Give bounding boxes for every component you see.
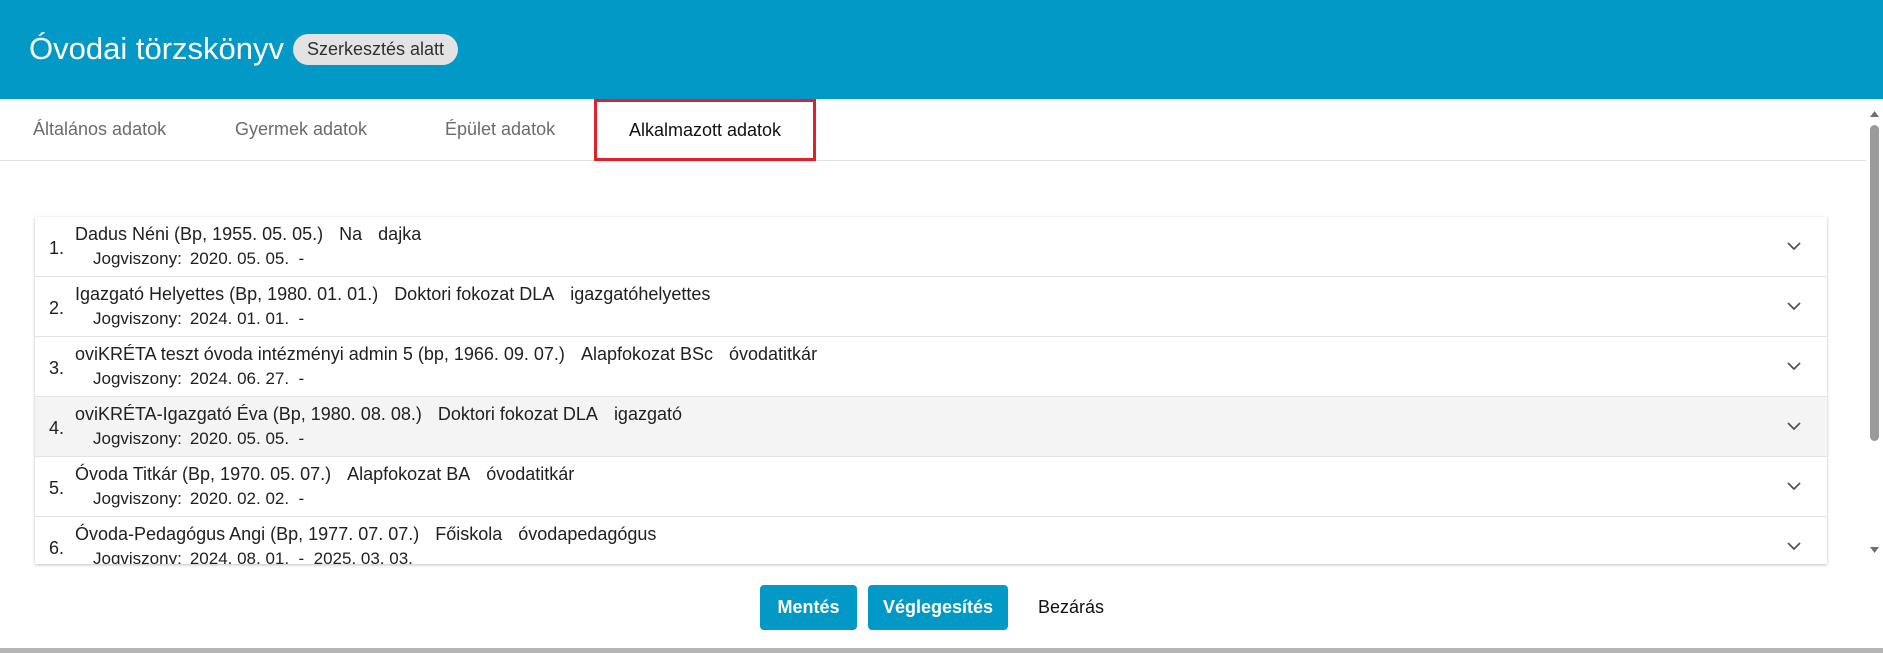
employment-period: 2024. 01. 01. - bbox=[189, 309, 305, 328]
row-number: 5. bbox=[49, 478, 65, 498]
employee-row[interactable]: 1. Dadus Néni (Bp, 1955. 05. 05.) Na dajka… bbox=[35, 217, 1827, 277]
employee-row[interactable]: 6. Óvoda-Pedagógus Angi (Bp, 1977. 07. 0… bbox=[35, 517, 1827, 564]
app-window: Óvodai törzskönyv Szerkesztés alatt Álta… bbox=[0, 0, 1883, 653]
row-number: 6. bbox=[49, 538, 65, 558]
employee-degree: Főiskola bbox=[435, 524, 503, 544]
employment-period: 2024. 08. 01. - 2025. 03. 03. bbox=[189, 549, 413, 564]
row-number: 2. bbox=[49, 298, 65, 318]
employee-name: Óvoda-Pedagógus Angi (Bp, 1977. 07. 07.) bbox=[75, 524, 420, 544]
employment-label: Jogviszony: bbox=[93, 429, 182, 448]
page-title: Óvodai törzskönyv bbox=[29, 31, 284, 66]
row-number: 1. bbox=[49, 238, 65, 258]
status-badge: Szerkesztés alatt bbox=[293, 34, 459, 65]
row-number: 4. bbox=[49, 418, 65, 438]
tab-bar: Általános adatok Gyermek adatok Épület a… bbox=[0, 99, 1866, 161]
employee-role: dajka bbox=[378, 224, 422, 244]
scroll-up-arrow-icon[interactable] bbox=[1869, 109, 1880, 119]
scroll-down-arrow-icon[interactable] bbox=[1869, 545, 1880, 555]
bottom-border bbox=[0, 648, 1883, 653]
scrollbar-thumb[interactable] bbox=[1870, 125, 1879, 441]
chevron-down-icon[interactable] bbox=[1785, 357, 1803, 375]
employment-period: 2020. 05. 05. - bbox=[189, 429, 305, 448]
header-bar: Óvodai törzskönyv Szerkesztés alatt bbox=[0, 0, 1883, 99]
employee-degree: Alapfokozat BA bbox=[347, 464, 471, 484]
chevron-down-icon[interactable] bbox=[1785, 477, 1803, 495]
employee-name: Dadus Néni (Bp, 1955. 05. 05.) bbox=[75, 224, 324, 244]
scrollbar[interactable] bbox=[1866, 105, 1883, 559]
employee-degree: Doktori fokozat DLA bbox=[437, 404, 598, 424]
tab-general-data[interactable]: Általános adatok bbox=[33, 99, 166, 160]
employee-name: oviKRÉTA-Igazgató Éva (Bp, 1980. 08. 08.… bbox=[75, 404, 422, 424]
employee-role: óvodapedagógus bbox=[518, 524, 657, 544]
employee-role: óvodatitkár bbox=[729, 344, 818, 364]
save-button[interactable]: Mentés bbox=[760, 585, 857, 630]
employee-row[interactable]: 3. oviKRÉTA teszt óvoda intézményi admin… bbox=[35, 337, 1827, 397]
employee-row[interactable]: 5. Óvoda Titkár (Bp, 1970. 05. 07.) Alapf… bbox=[35, 457, 1827, 517]
employee-name: Óvoda Titkár (Bp, 1970. 05. 07.) bbox=[75, 464, 332, 484]
finalize-button[interactable]: Véglegesítés bbox=[868, 585, 1008, 630]
employee-degree: Alapfokozat BSc bbox=[580, 344, 714, 364]
employee-row[interactable]: 2. Igazgató Helyettes (Bp, 1980. 01. 01.… bbox=[35, 277, 1827, 337]
tab-building-data[interactable]: Épület adatok bbox=[445, 99, 555, 160]
row-number: 3. bbox=[49, 358, 65, 378]
employment-period: 2020. 02. 02. - bbox=[189, 489, 305, 508]
employment-label: Jogviszony: bbox=[93, 549, 182, 564]
chevron-down-icon[interactable] bbox=[1785, 237, 1803, 255]
employment-label: Jogviszony: bbox=[93, 489, 182, 508]
employment-period: 2024. 06. 27. - bbox=[189, 369, 305, 388]
employee-name: Igazgató Helyettes (Bp, 1980. 01. 01.) bbox=[75, 284, 379, 304]
chevron-down-icon[interactable] bbox=[1785, 297, 1803, 315]
chevron-down-icon[interactable] bbox=[1785, 417, 1803, 435]
employment-label: Jogviszony: bbox=[93, 249, 182, 268]
employee-role: igazgatóhelyettes bbox=[570, 284, 711, 304]
employee-name: oviKRÉTA teszt óvoda intézményi admin 5 … bbox=[75, 344, 565, 364]
employment-label: Jogviszony: bbox=[93, 309, 182, 328]
employment-label: Jogviszony: bbox=[93, 369, 182, 388]
employee-row[interactable]: 4. oviKRÉTA-Igazgató Éva (Bp, 1980. 08. … bbox=[35, 397, 1827, 457]
employee-role: óvodatitkár bbox=[486, 464, 575, 484]
employee-degree: Doktori fokozat DLA bbox=[394, 284, 555, 304]
employee-list: 1. Dadus Néni (Bp, 1955. 05. 05.) Na dajka… bbox=[35, 217, 1827, 564]
close-button[interactable]: Bezárás bbox=[1026, 585, 1116, 630]
employment-period: 2020. 05. 05. - bbox=[189, 249, 305, 268]
tab-employee-data[interactable]: Alkalmazott adatok bbox=[594, 99, 816, 161]
tab-child-data[interactable]: Gyermek adatok bbox=[235, 99, 367, 160]
employee-degree: Na bbox=[339, 224, 363, 244]
employee-role: igazgató bbox=[613, 404, 682, 424]
chevron-down-icon[interactable] bbox=[1785, 537, 1803, 555]
